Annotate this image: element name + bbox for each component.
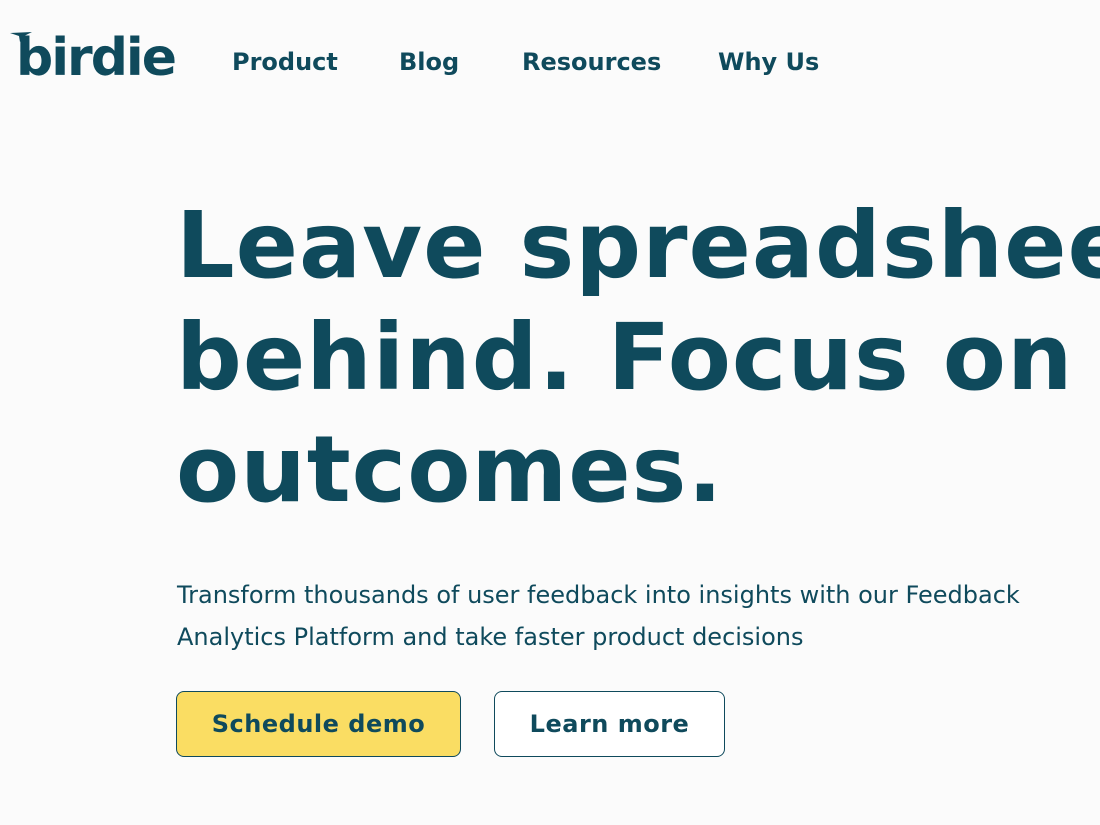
hero-title-line-1: Leave spreadsheets <box>176 192 1100 299</box>
hero-subtitle: Transform thousands of user feedback int… <box>177 574 1087 658</box>
logo-text: birdie <box>16 28 177 88</box>
hero-title-line-3: outcomes. <box>176 416 724 523</box>
schedule-demo-button[interactable]: Schedule demo <box>176 691 461 757</box>
hero-title-line-2: behind. Focus on the <box>176 304 1100 411</box>
hero-title: Leave spreadsheets behind. Focus on the … <box>176 190 1100 526</box>
page: birdie Product Blog Resources Why Us Lea… <box>0 0 1100 825</box>
nav-item-product[interactable]: Product <box>232 44 338 80</box>
nav-item-blog[interactable]: Blog <box>399 44 459 80</box>
nav-item-why-us[interactable]: Why Us <box>718 44 819 80</box>
nav-item-resources[interactable]: Resources <box>522 44 661 80</box>
logo-link[interactable]: birdie <box>10 24 177 88</box>
hero-subtitle-line-2: Analytics Platform and take faster produ… <box>177 623 804 651</box>
bird-icon <box>10 32 32 42</box>
learn-more-button[interactable]: Learn more <box>494 691 725 757</box>
hero-subtitle-line-1: Transform thousands of user feedback int… <box>177 581 1020 609</box>
